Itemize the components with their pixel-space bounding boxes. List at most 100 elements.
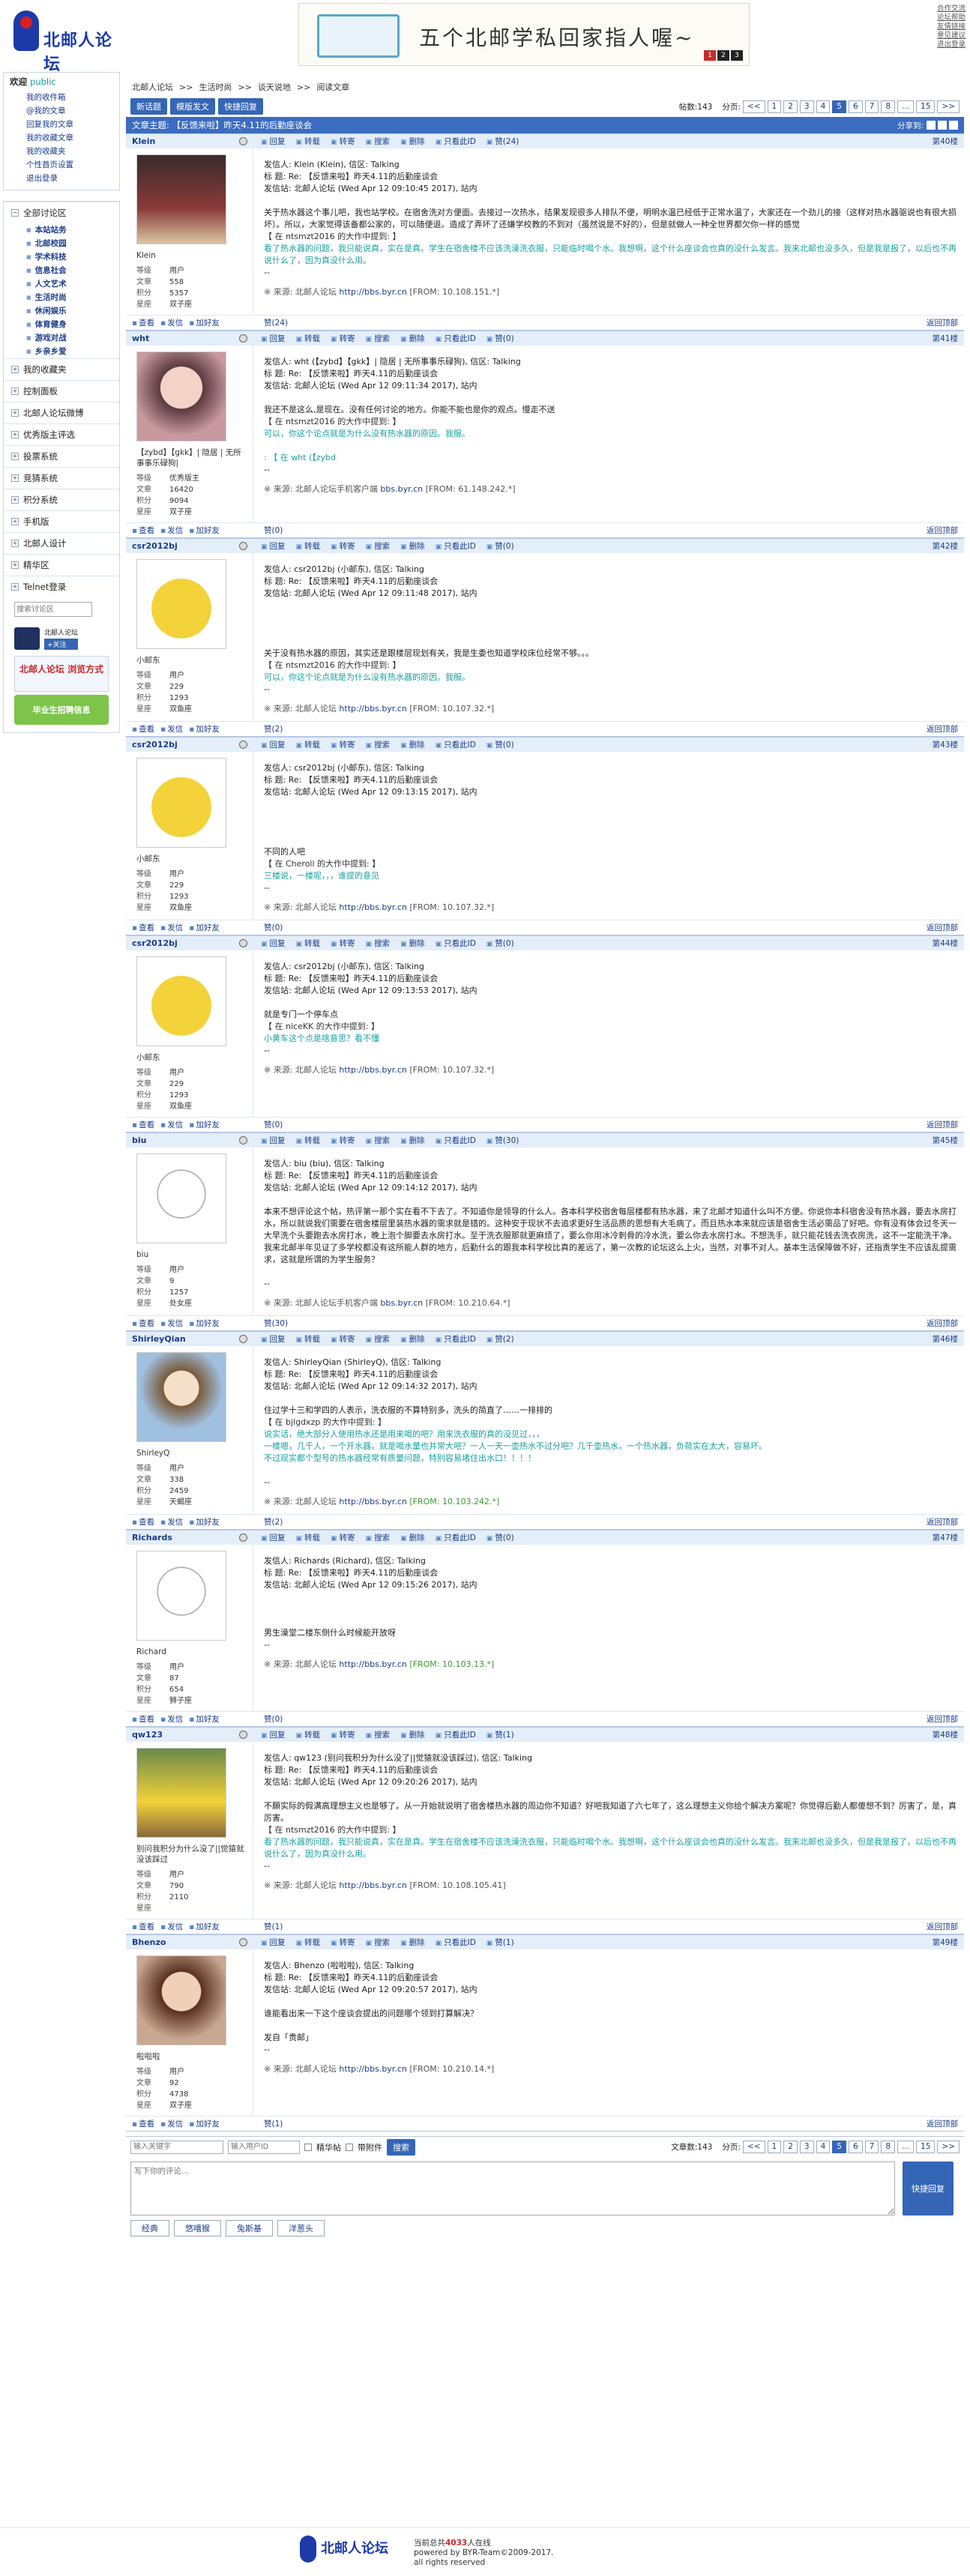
emo-tab-monkey[interactable]: 悠嘻猴 <box>174 2220 221 2236</box>
floor-number[interactable]: 第48楼 <box>933 1729 958 1740</box>
view-profile-link[interactable]: 查看 <box>132 922 154 933</box>
like-count[interactable]: 赞(0) <box>253 922 927 933</box>
send-mail-link[interactable]: 发信 <box>160 1119 183 1130</box>
send-mail-link[interactable]: 发信 <box>160 723 183 735</box>
add-friend-link[interactable]: 加好友 <box>189 1119 220 1130</box>
banner-page-2[interactable]: 2 <box>717 50 729 61</box>
like-count[interactable]: 赞(24) <box>253 317 927 328</box>
forward-action[interactable]: 转寄 <box>331 540 355 552</box>
sidebar-section[interactable]: + 精华区 <box>4 554 119 576</box>
delete-action[interactable]: 删除 <box>400 1729 425 1740</box>
delete-action[interactable]: 删除 <box>400 1333 425 1345</box>
only-this-id-action[interactable]: 只看此ID <box>436 333 476 344</box>
back-to-top-link[interactable]: 返回顶部 <box>927 1516 958 1527</box>
send-mail-link[interactable]: 发信 <box>160 1318 183 1329</box>
reply-action[interactable]: 回复 <box>261 1333 286 1345</box>
only-this-id-action[interactable]: 只看此ID <box>436 938 476 949</box>
crumb-board[interactable]: 谈天说地 <box>258 82 291 92</box>
like-action[interactable]: 赞(0) <box>486 938 513 949</box>
my-menu-item[interactable]: 我的收藏文章 <box>4 131 119 145</box>
send-mail-link[interactable]: 发信 <box>160 922 183 933</box>
reply-action[interactable]: 回复 <box>261 333 286 344</box>
reply-action[interactable]: 回复 <box>261 1937 286 1948</box>
like-count[interactable]: 赞(1) <box>253 1921 927 1932</box>
only-this-id-action[interactable]: 只看此ID <box>436 1135 476 1146</box>
sidebar-section[interactable]: + 竞猜系统 <box>4 467 119 489</box>
username[interactable]: public <box>30 76 56 87</box>
page-link[interactable]: 3 <box>799 2141 814 2153</box>
source-link[interactable]: bbs.byr.cn <box>380 484 423 494</box>
search-action[interactable]: 搜索 <box>366 1135 390 1146</box>
delete-action[interactable]: 删除 <box>400 938 425 949</box>
page-link[interactable]: 1 <box>767 2141 782 2153</box>
avatar[interactable] <box>136 1551 226 1641</box>
forward-action[interactable]: 转寄 <box>331 739 355 750</box>
send-mail-link[interactable]: 发信 <box>160 2118 183 2129</box>
like-count[interactable]: 赞(2) <box>253 1516 927 1527</box>
banner-page-3[interactable]: 3 <box>731 50 743 61</box>
banner-ad[interactable]: 五个北邮学私回家指人喔~ 1 2 3 <box>298 3 750 66</box>
my-menu-item[interactable]: 我的收件箱 <box>4 91 119 104</box>
board-link[interactable]: 信息社会 <box>4 264 119 277</box>
only-this-id-action[interactable]: 只看此ID <box>436 1333 476 1345</box>
keyword-search-input[interactable] <box>130 2140 223 2154</box>
only-this-id-action[interactable]: 只看此ID <box>436 739 476 750</box>
page-link[interactable]: 15 <box>916 100 936 113</box>
forward-action[interactable]: 转寄 <box>331 1937 355 1948</box>
search-action[interactable]: 搜索 <box>366 333 390 344</box>
page-link[interactable]: ... <box>897 100 915 113</box>
sidebar-section[interactable]: + Telnet登录 <box>4 576 119 597</box>
reply-action[interactable]: 回复 <box>261 1729 286 1740</box>
sidebar-section[interactable]: + 手机版 <box>4 510 119 532</box>
sidebar-section[interactable]: + 北邮人设计 <box>4 532 119 554</box>
sidebar-section[interactable]: + 我的收藏夹 <box>4 358 119 380</box>
post-author-id[interactable]: biu <box>132 1135 146 1145</box>
new-topic-button[interactable]: 新话题 <box>130 98 167 115</box>
search-action[interactable]: 搜索 <box>366 1937 390 1948</box>
avatar[interactable] <box>136 956 226 1046</box>
browse-mode-promo[interactable]: 北邮人论坛 浏览方式 <box>14 656 109 692</box>
only-this-id-action[interactable]: 只看此ID <box>436 1532 476 1543</box>
page-link[interactable]: 7 <box>864 100 879 113</box>
view-profile-link[interactable]: 查看 <box>132 317 154 328</box>
reply-action[interactable]: 回复 <box>261 540 286 552</box>
page-link[interactable]: 6 <box>848 100 863 113</box>
reply-action[interactable]: 回复 <box>261 136 286 147</box>
board-link[interactable]: 生活时尚 <box>4 291 119 304</box>
post-author-id[interactable]: Richards <box>132 1533 172 1542</box>
like-action[interactable]: 赞(24) <box>486 136 519 147</box>
back-to-top-link[interactable]: 返回顶部 <box>927 922 958 933</box>
view-profile-link[interactable]: 查看 <box>132 1318 154 1329</box>
forward-action[interactable]: 转寄 <box>331 1532 355 1543</box>
add-friend-link[interactable]: 加好友 <box>189 723 220 735</box>
add-friend-link[interactable]: 加好友 <box>189 1516 220 1527</box>
search-action[interactable]: 搜索 <box>366 1333 390 1345</box>
post-author-id[interactable]: qw123 <box>132 1730 163 1740</box>
post-author-id[interactable]: Bhenzo <box>132 1937 166 1947</box>
back-to-top-link[interactable]: 返回顶部 <box>927 317 958 328</box>
back-to-top-link[interactable]: 返回顶部 <box>927 1713 958 1725</box>
board-search-input[interactable] <box>14 602 92 617</box>
send-mail-link[interactable]: 发信 <box>160 1921 183 1932</box>
sidebar-section[interactable]: + 优秀版主评选 <box>4 423 119 445</box>
board-link[interactable]: 休闲娱乐 <box>4 304 119 318</box>
view-profile-link[interactable]: 查看 <box>132 2118 154 2129</box>
post-author-id[interactable]: csr2012bj <box>132 541 178 551</box>
job-promo[interactable]: 毕业生招聘信息 <box>14 695 109 725</box>
quick-reply-button[interactable]: 快捷回复 <box>218 98 263 115</box>
like-count[interactable]: 赞(0) <box>253 525 927 536</box>
page-link[interactable]: << <box>742 100 765 113</box>
add-friend-link[interactable]: 加好友 <box>189 2118 220 2129</box>
reply-action[interactable]: 回复 <box>261 739 286 750</box>
page-link[interactable]: 5 <box>832 100 846 113</box>
avatar[interactable] <box>136 154 226 244</box>
attachment-checkbox[interactable] <box>346 2143 353 2151</box>
share-qq-icon[interactable] <box>949 121 958 130</box>
page-link[interactable]: >> <box>937 2141 960 2153</box>
only-this-id-action[interactable]: 只看此ID <box>436 1729 476 1740</box>
search-action[interactable]: 搜索 <box>366 1729 390 1740</box>
reply-textarea[interactable] <box>130 2162 895 2215</box>
page-link[interactable]: 2 <box>783 100 798 113</box>
sidebar-section[interactable]: + 北邮人论坛微博 <box>4 402 119 423</box>
page-link[interactable]: << <box>742 2141 765 2153</box>
